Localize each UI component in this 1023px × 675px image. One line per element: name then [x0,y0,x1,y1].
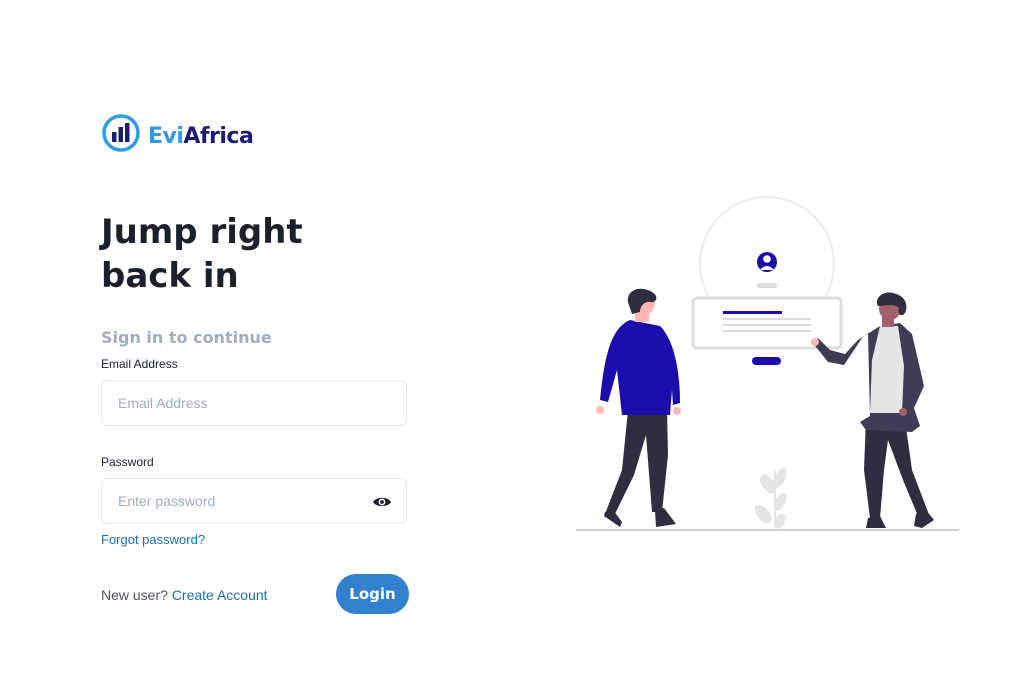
forgot-password-link[interactable]: Forgot password? [101,532,205,547]
person-left-shape [596,288,681,527]
brand-name: EviAfrica [148,118,254,149]
brand-name-part2: Africa [183,123,254,149]
signup-prompt: New user? Create Account [101,587,268,603]
plant-shape [754,467,787,529]
card-button-shape [752,357,781,365]
login-button[interactable]: Login [336,574,409,614]
password-label: Password [101,455,154,469]
bar-chart-logo-icon [102,114,140,152]
password-field-box [101,478,407,524]
page-title: Jump right back in [101,212,303,296]
login-illustration [576,196,959,531]
email-label: Email Address [101,357,178,371]
create-account-link[interactable]: Create Account [172,587,268,603]
signup-prompt-text: New user? [101,587,168,603]
email-field[interactable] [102,381,358,425]
page-subtitle: Sign in to continue [101,328,272,347]
password-field[interactable] [102,479,358,523]
eye-icon[interactable] [372,494,392,510]
email-field-box [101,380,407,426]
brand-name-part1: Evi [148,123,184,149]
brand-logo: EviAfrica [101,113,254,153]
